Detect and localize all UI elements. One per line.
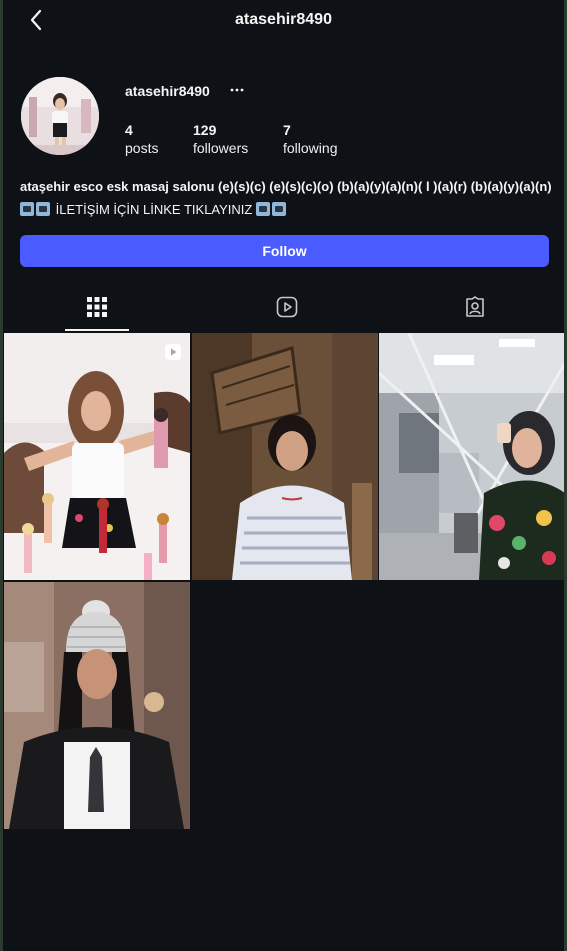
stat-followers-count: 129 <box>193 122 217 138</box>
avatar-image <box>21 77 99 155</box>
page-title: atasehir8490 <box>235 11 332 28</box>
video-camera-emoji-icon <box>255 202 270 216</box>
post-thumbnail[interactable] <box>379 333 564 580</box>
more-options-button[interactable] <box>228 81 246 99</box>
post-thumbnail[interactable] <box>192 333 378 580</box>
ellipsis-icon <box>230 88 244 92</box>
stat-following-label: following <box>283 140 338 156</box>
stat-followers[interactable]: 129 followers <box>193 121 248 157</box>
post-thumbnail[interactable] <box>4 333 190 580</box>
post-image <box>4 333 190 580</box>
reels-icon <box>276 296 298 318</box>
post-thumbnail[interactable] <box>4 582 190 829</box>
video-camera-emoji-icon <box>20 202 34 216</box>
grid-icon <box>87 297 107 317</box>
stat-following-count: 7 <box>283 122 291 138</box>
tagged-user-icon <box>466 296 484 317</box>
tab-posts[interactable] <box>65 287 129 331</box>
profile-screen: atasehir8490 atasehir8490 4 posts 129 fo… <box>0 0 567 951</box>
avatar[interactable] <box>21 77 99 155</box>
tab-tagged[interactable] <box>443 287 507 331</box>
reel-badge-icon <box>165 344 181 360</box>
bio-contact-text: İLETİŞİM İÇİN LİNKE TIKLAYINIZ <box>55 202 253 217</box>
video-camera-emoji-icon <box>36 202 50 216</box>
profile-username: atasehir8490 <box>125 83 210 99</box>
stat-posts-count: 4 <box>125 122 133 138</box>
stat-posts-label: posts <box>125 140 159 156</box>
post-image <box>379 333 564 580</box>
bio-title: ataşehir esco esk masaj salonu (e)(s)(c)… <box>20 179 552 194</box>
follow-button[interactable]: Follow <box>20 235 549 267</box>
profile-tabs <box>3 287 564 331</box>
stat-followers-label: followers <box>193 140 249 156</box>
post-image <box>192 333 378 580</box>
stat-following[interactable]: 7 following <box>283 121 337 157</box>
post-image <box>4 582 190 829</box>
stat-posts[interactable]: 4 posts <box>125 121 158 157</box>
bio-text: İLETİŞİM İÇİN LİNKE TIKLAYINIZ <box>20 202 288 217</box>
tab-reels[interactable] <box>255 287 319 331</box>
video-camera-emoji-icon <box>271 202 286 216</box>
top-bar: atasehir8490 <box>3 0 564 40</box>
